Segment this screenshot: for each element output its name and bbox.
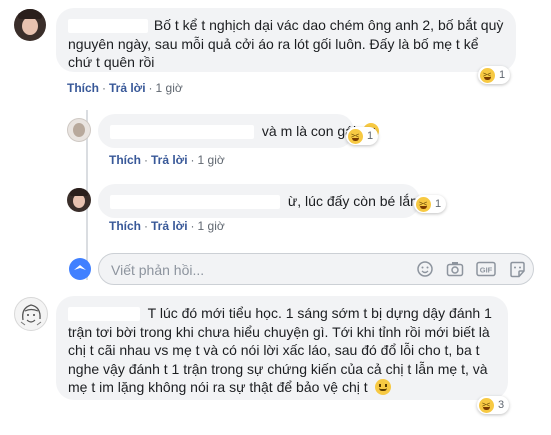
reaction-count: 3 (498, 399, 505, 411)
reaction-count: 1 (367, 130, 374, 142)
reply-actions: Thích · Trả lời · 1 giờ (109, 153, 225, 167)
comment-actions: Thích · Trả lời · 1 giờ (67, 81, 183, 95)
avatar[interactable] (14, 297, 48, 331)
comment-text: nguyên ngày, sau mỗi quả cởi áo ra lót g… (68, 35, 479, 52)
reaction-summary[interactable]: >< 1 (346, 127, 379, 145)
comment-text: chị t cãi nhau vs mẹ t và có nói lời xấc… (68, 342, 480, 358)
reaction-summary[interactable]: >< 1 (478, 66, 511, 84)
reply-link[interactable]: Trả lời (151, 153, 188, 167)
sticker-icon[interactable] (509, 261, 526, 278)
haha-emoji-icon: >< (416, 196, 431, 212)
reaction-count: 1 (499, 69, 506, 81)
camera-icon[interactable] (446, 261, 464, 277)
comment-text: mẹ t im lặng không nói ra sự thật để bảo… (68, 379, 368, 395)
comment-bubble: Bố t kể t nghịch dại vác dao chém ông an… (56, 8, 516, 72)
reply-actions: Thích · Trả lời · 1 giờ (109, 219, 225, 233)
comment-text: T lúc đó mới tiểu học. 1 sáng sớm t bị d… (147, 305, 492, 321)
timestamp[interactable]: 1 giờ (198, 219, 225, 233)
svg-text:GIF: GIF (480, 266, 493, 275)
haha-emoji-icon: >< (348, 128, 363, 144)
smile-emoji-icon (374, 379, 391, 395)
reply-link[interactable]: Trả lời (109, 81, 146, 95)
avatar[interactable] (14, 9, 46, 41)
current-user-avatar[interactable] (69, 258, 91, 280)
redacted-author-name[interactable] (68, 307, 140, 322)
redacted-author-name[interactable] (110, 125, 254, 140)
reply-bubble: ừ, lúc đấy còn bé lắm (98, 184, 422, 218)
comment-text: chứ t quên rồi (68, 54, 155, 70)
timestamp[interactable]: 1 giờ (198, 153, 225, 167)
redacted-author-name[interactable] (110, 195, 280, 210)
like-link[interactable]: Thích (67, 81, 99, 95)
reply-link[interactable]: Trả lời (151, 219, 188, 233)
reaction-summary[interactable]: >< 3 (477, 396, 510, 414)
timestamp[interactable]: 1 giờ (156, 81, 183, 95)
comment-text: nghe vậy đánh t 1 trận trong sự chứng ki… (68, 360, 488, 377)
haha-emoji-icon: >< (479, 397, 494, 413)
comment-text: trận tơi bời trong khi chưa hiểu chuyện … (68, 323, 490, 340)
comment-text: Bố t kể t nghịch dại vác dao chém ông an… (153, 17, 504, 33)
gif-icon[interactable]: GIF (476, 261, 496, 277)
reaction-summary[interactable]: >< 1 (414, 195, 447, 213)
reply-text: ừ, lúc đấy còn bé lắm (287, 193, 422, 209)
avatar[interactable] (67, 188, 91, 212)
reply-bubble: và m là con gái (98, 114, 379, 148)
like-link[interactable]: Thích (109, 153, 141, 167)
reply-input-placeholder: Viết phản hồi... (111, 262, 205, 278)
like-link[interactable]: Thích (109, 219, 141, 233)
redacted-author-name[interactable] (68, 19, 148, 34)
reply-text: và m là con gái (261, 123, 357, 139)
comment-bubble: T lúc đó mới tiểu học. 1 sáng sớm t bị d… (56, 296, 508, 400)
reaction-count: 1 (435, 198, 442, 210)
reply-input[interactable]: Viết phản hồi... GIF (98, 253, 534, 285)
haha-emoji-icon: >< (480, 67, 495, 83)
avatar[interactable] (67, 118, 91, 142)
emoji-icon[interactable] (417, 261, 433, 277)
